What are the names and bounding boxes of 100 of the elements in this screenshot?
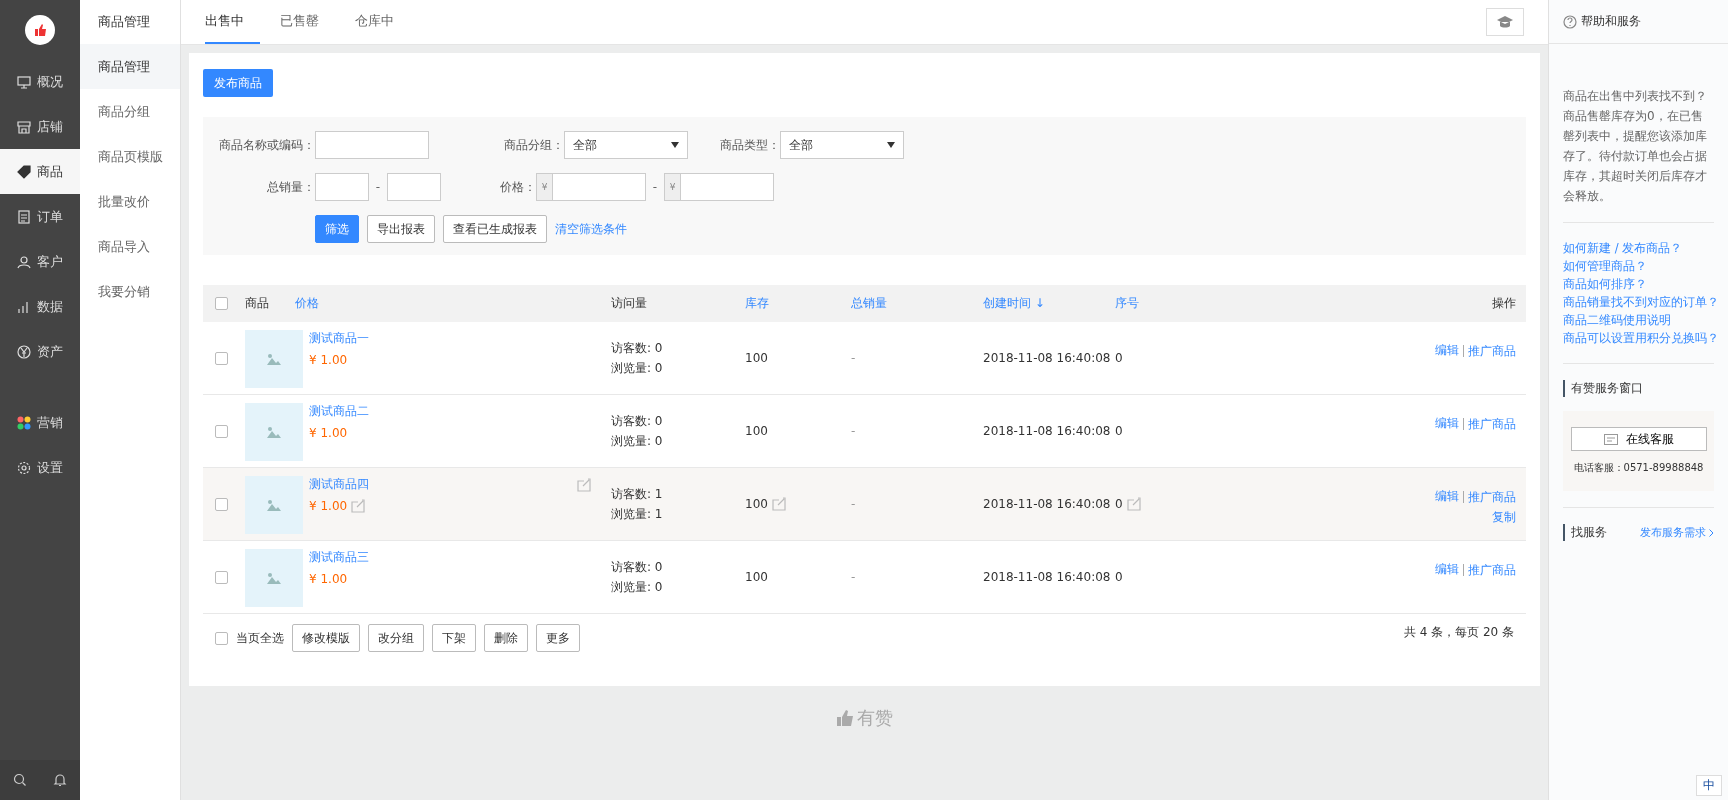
thumbs-up-icon [836, 709, 854, 727]
help-link[interactable]: 商品二维码使用说明 [1563, 311, 1714, 329]
nav-item[interactable]: 营销 [0, 400, 80, 445]
tab[interactable]: 出售中 [205, 0, 260, 44]
guide-button[interactable] [1486, 8, 1524, 36]
action-link[interactable]: 复制 [1492, 509, 1516, 526]
product-name-link[interactable]: 测试商品三 [309, 549, 369, 566]
bulk-action-button[interactable]: 更多 [536, 624, 580, 652]
action-link[interactable]: 推广商品 [1463, 563, 1516, 576]
column-header[interactable]: 创建时间 ↓ [983, 295, 1115, 312]
column-header[interactable]: 库存 [745, 295, 851, 312]
sub-nav-item[interactable]: 商品分组 [80, 89, 180, 134]
group-select[interactable]: 全部 [564, 131, 688, 159]
user-icon [17, 254, 31, 269]
colored-tiles-icon [17, 415, 31, 430]
sub-nav-item[interactable]: 商品页模版 [80, 134, 180, 179]
checkbox[interactable] [215, 424, 228, 438]
product-price: ¥ 1.00 [309, 572, 348, 586]
publish-button[interactable]: 发布商品 [203, 69, 273, 97]
filter-button[interactable]: 筛选 [315, 215, 359, 243]
checkbox[interactable] [215, 351, 228, 365]
post-request-link[interactable]: 发布服务需求 [1640, 525, 1706, 540]
stock-value: 100 [745, 570, 768, 584]
bulk-action-button[interactable]: 下架 [432, 624, 476, 652]
nav-item[interactable]: 资产 [0, 329, 80, 374]
nav-item[interactable]: 设置 [0, 445, 80, 490]
section-title: 找服务 [1571, 524, 1607, 541]
order-value: 0 [1115, 351, 1123, 365]
column-header[interactable]: 价格 [295, 295, 611, 312]
filter-label: 商品名称或编码： [218, 136, 315, 154]
report-button[interactable]: 查看已生成报表 [443, 215, 547, 243]
checkbox[interactable] [215, 631, 228, 645]
bulk-action-button[interactable]: 删除 [484, 624, 528, 652]
sub-nav-item[interactable]: 商品导入 [80, 224, 180, 269]
search-icon[interactable] [13, 773, 27, 787]
list-icon [17, 209, 31, 224]
product-name-link[interactable]: 测试商品一 [309, 330, 369, 347]
tab[interactable]: 已售罄 [280, 0, 335, 44]
clear-filters-link[interactable]: 清空筛选条件 [555, 220, 627, 238]
sub-nav-item[interactable]: 商品管理 [80, 44, 180, 89]
checkbox[interactable] [215, 297, 228, 310]
action-link[interactable]: 推广商品 [1463, 417, 1516, 430]
nav-item[interactable]: 商品 [0, 149, 80, 194]
ime-indicator[interactable]: 中 [1696, 775, 1722, 796]
checkbox[interactable] [215, 497, 228, 511]
stock-value: 100 [745, 351, 768, 365]
caret-icon [887, 142, 895, 148]
column-header[interactable]: 总销量 [851, 295, 983, 312]
max-price-input[interactable]: ¥ [664, 173, 774, 201]
max-sales-input[interactable] [387, 173, 441, 201]
nav-item[interactable]: 概况 [0, 59, 80, 104]
action-link[interactable]: 编辑 [1435, 415, 1459, 432]
bell-icon[interactable] [53, 773, 67, 787]
product-name-link[interactable]: 测试商品四 [309, 476, 369, 493]
select-all-label: 当页全选 [236, 629, 284, 647]
min-price-input[interactable]: ¥ [536, 173, 646, 201]
help-link[interactable]: 商品可以设置用积分兑换吗？ [1563, 329, 1714, 347]
nav-item[interactable]: 数据 [0, 284, 80, 329]
action-link[interactable]: 推广商品 [1463, 490, 1516, 503]
help-link[interactable]: 如何管理商品？ [1563, 257, 1714, 275]
column-header[interactable]: 序号 [1115, 295, 1426, 312]
sub-nav-item[interactable]: 我要分销 [80, 269, 180, 314]
filter-label: 总销量： [266, 178, 315, 196]
bulk-action-button[interactable]: 改分组 [368, 624, 424, 652]
help-link[interactable]: 如何新建 / 发布商品？ [1563, 239, 1714, 257]
nav-item[interactable]: 订单 [0, 194, 80, 239]
edit-icon[interactable] [771, 497, 786, 511]
created-time: 2018-11-08 16:40:08 [983, 497, 1112, 511]
chevron-right-icon [1709, 528, 1714, 537]
visitor-count: 访客数: 0 [611, 339, 664, 357]
product-price: ¥ 1.00 [309, 353, 348, 367]
help-link[interactable]: 商品如何排序？ [1563, 275, 1714, 293]
edit-icon[interactable] [577, 478, 591, 492]
order-value: 0 [1115, 570, 1123, 584]
edit-icon[interactable] [1126, 497, 1141, 511]
range-separator: - [651, 180, 659, 194]
name-input[interactable] [315, 131, 429, 159]
nav-item[interactable]: 店铺 [0, 104, 80, 149]
bulk-action-button[interactable]: 修改模版 [292, 624, 360, 652]
action-link[interactable]: 编辑 [1435, 561, 1459, 578]
column-header: 访问量 [611, 295, 648, 312]
sub-nav-item[interactable]: 批量改价 [80, 179, 180, 224]
online-service-button[interactable]: 在线客服 [1570, 427, 1707, 451]
tab[interactable]: 仓库中 [355, 0, 410, 44]
edit-icon[interactable] [351, 499, 366, 513]
filter-label: 价格： [499, 178, 536, 196]
nav-item[interactable]: 客户 [0, 239, 80, 284]
column-header: 操作 [1491, 295, 1516, 312]
help-link[interactable]: 商品销量找不到对应的订单？ [1563, 293, 1714, 311]
logo-icon[interactable] [25, 15, 55, 45]
min-sales-input[interactable] [315, 173, 369, 201]
order-value: 0 [1115, 497, 1123, 511]
visitor-count: 访客数: 1 [611, 485, 664, 503]
action-link[interactable]: 推广商品 [1463, 344, 1516, 357]
product-name-link[interactable]: 测试商品二 [309, 403, 369, 420]
report-button[interactable]: 导出报表 [367, 215, 435, 243]
action-link[interactable]: 编辑 [1435, 342, 1459, 359]
action-link[interactable]: 编辑 [1435, 488, 1459, 505]
checkbox[interactable] [215, 570, 228, 584]
type-select[interactable]: 全部 [780, 131, 904, 159]
